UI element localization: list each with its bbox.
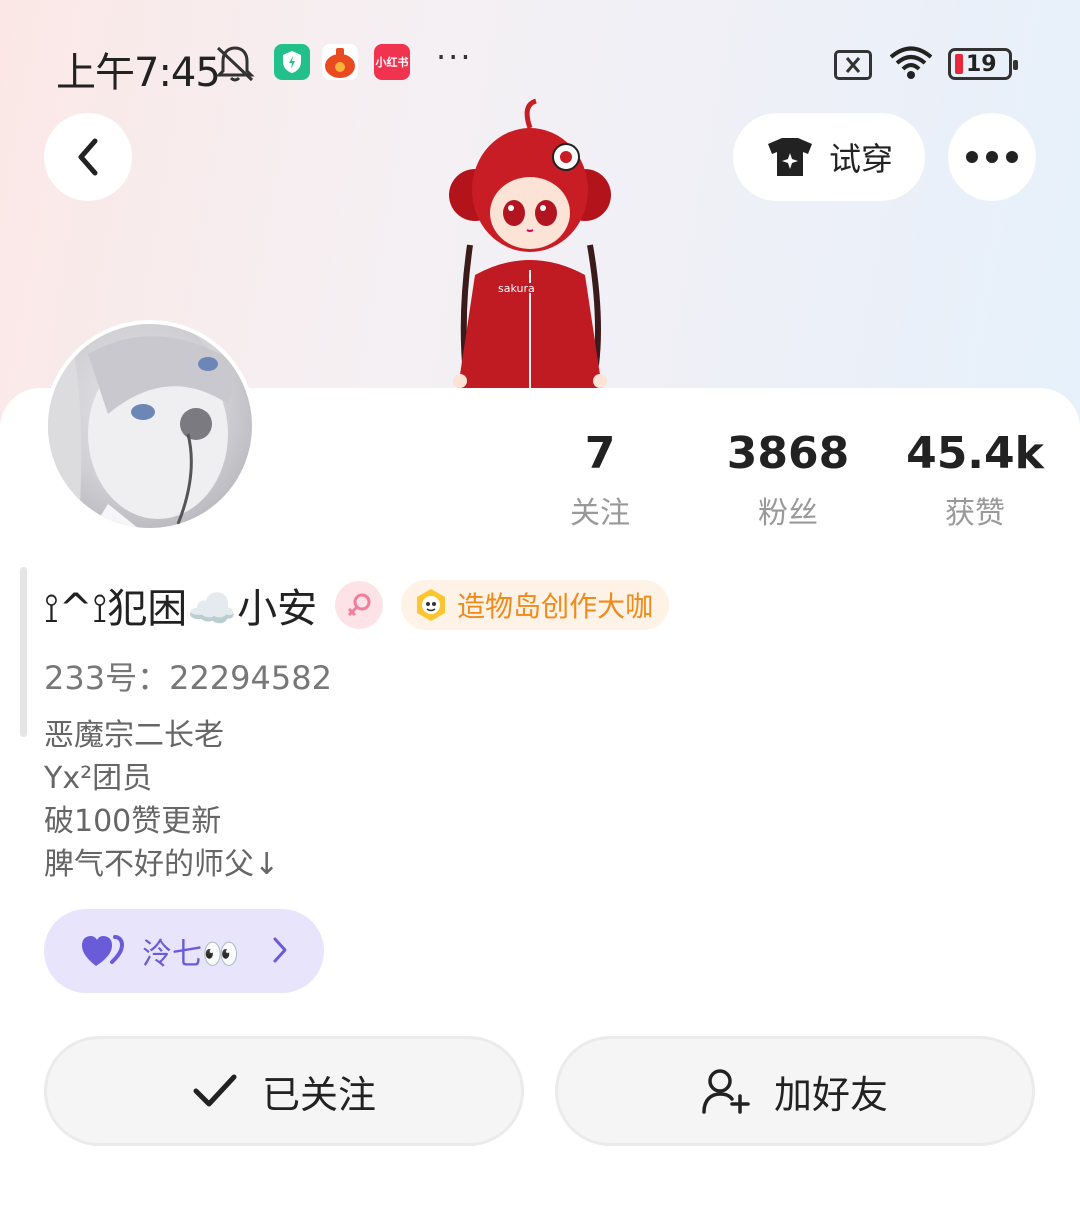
female-gender-icon	[335, 581, 384, 629]
profile-stats: 7 关注 3868 粉丝 45.4k 获赞	[520, 428, 1080, 538]
tshirt-icon	[767, 138, 812, 176]
chevron-left-icon	[78, 138, 98, 176]
profile-avatar[interactable]	[44, 320, 256, 532]
bio-line: 恶魔宗二长老	[44, 718, 224, 753]
battery-fill	[955, 54, 963, 74]
bio-line: Yx²团员	[44, 761, 153, 796]
followers-label: 粉丝	[758, 496, 818, 531]
username: ⟟^⟟犯困☁️小安	[44, 586, 318, 632]
wifi-icon	[888, 44, 934, 82]
character-avatar-3d[interactable]: sakura	[430, 95, 630, 388]
add-friend-label: 加好友	[773, 1072, 888, 1117]
stat-likes[interactable]: 45.4k 获赞	[890, 428, 1060, 532]
checkmark-icon	[193, 1074, 237, 1107]
battery-level: 19	[966, 51, 997, 77]
add-friend-button[interactable]: 加好友	[555, 1036, 1035, 1146]
friend-name: 泠七👀	[142, 937, 240, 972]
chevron-right-icon	[273, 937, 287, 963]
try-on-label: 试穿	[828, 140, 893, 178]
double-heart-icon	[82, 935, 125, 966]
following-label: 已关注	[261, 1072, 376, 1117]
battery-icon: 19	[948, 48, 1018, 80]
ellipsis-icon	[966, 151, 1018, 163]
creator-title-badge[interactable]: 造物岛创作大咖	[401, 580, 670, 630]
likes-count: 45.4k	[906, 428, 1044, 479]
more-options-button[interactable]	[948, 113, 1036, 201]
stat-followers[interactable]: 3868 粉丝	[703, 428, 873, 532]
security-app-icon	[274, 44, 310, 80]
creator-badge-icon	[417, 589, 446, 621]
try-on-button[interactable]: 试穿	[733, 113, 925, 201]
stat-following[interactable]: 7 关注	[515, 428, 685, 532]
back-button[interactable]	[44, 113, 132, 201]
following-count: 7	[584, 428, 616, 479]
xiaohongshu-app-icon: 小红书	[374, 44, 410, 80]
creator-title-text: 造物岛创作大咖	[457, 590, 654, 623]
best-friend-tag[interactable]: 泠七👀	[44, 909, 324, 993]
no-sim-icon	[834, 50, 872, 80]
tomato-app-icon	[322, 44, 358, 80]
likes-label: 获赞	[945, 496, 1005, 531]
status-time: 上午7:45	[56, 50, 221, 96]
bio-line: 脾气不好的师父↓	[44, 847, 280, 882]
bio: 恶魔宗二长老 Yx²团员 破100赞更新 脾气不好的师父↓	[44, 714, 279, 886]
mute-bell-icon	[212, 44, 258, 84]
bio-line: 破100赞更新	[44, 804, 222, 839]
followers-count: 3868	[726, 428, 850, 479]
scroll-indicator	[20, 567, 27, 737]
add-user-icon	[702, 1069, 750, 1114]
more-notifications-indicator: ···	[436, 38, 473, 76]
name-row: ⟟^⟟犯困☁️小安 造物岛创作大咖	[44, 578, 670, 632]
user-id[interactable]: 233号：22294582	[44, 653, 332, 699]
following-button[interactable]: 已关注	[44, 1036, 524, 1146]
following-label: 关注	[570, 496, 630, 531]
svg-text:sakura: sakura	[498, 282, 535, 295]
